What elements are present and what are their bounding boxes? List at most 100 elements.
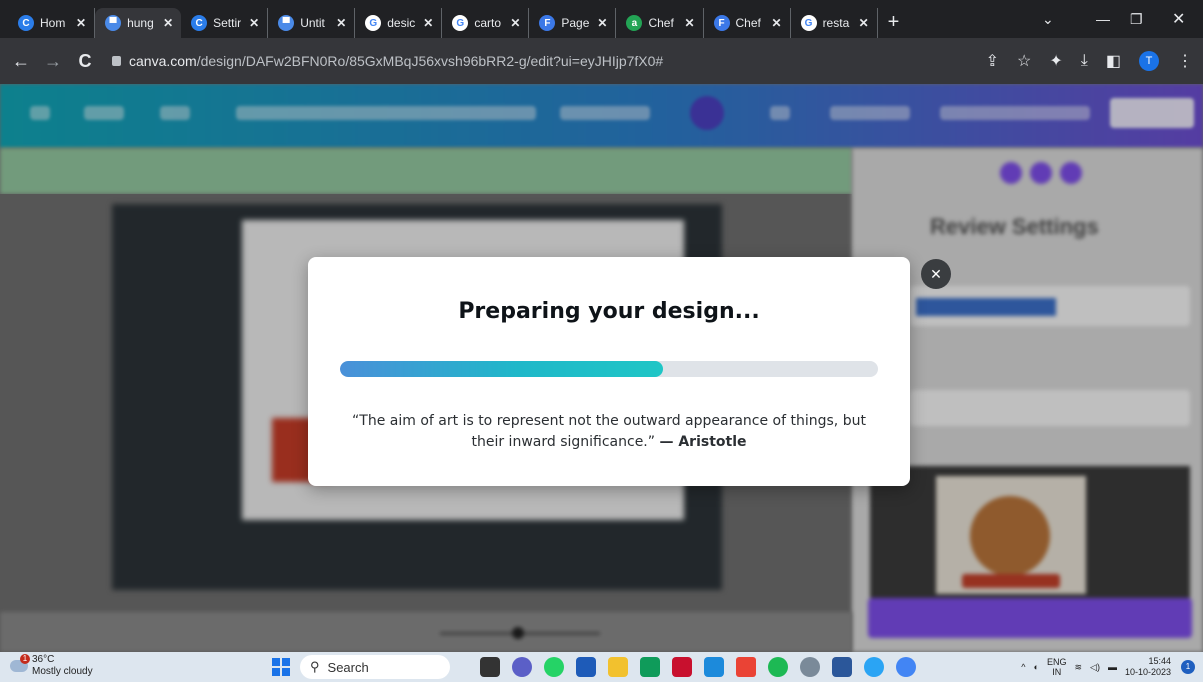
- browser-tab[interactable]: F Page ✕: [529, 8, 617, 38]
- canva-icon: C: [18, 15, 34, 31]
- tab-close-icon[interactable]: ✕: [423, 16, 433, 30]
- download-icon[interactable]: ⤓: [1081, 52, 1088, 70]
- app-l-icon[interactable]: [640, 657, 660, 677]
- lock-icon: [112, 56, 121, 66]
- quote-author: — Aristotle: [659, 434, 747, 450]
- app-icon: a: [626, 15, 643, 31]
- tab-close-icon[interactable]: ✕: [249, 16, 259, 30]
- weather-alert-badge: 1: [20, 654, 30, 664]
- calendar-icon: ▀: [105, 15, 122, 31]
- windows-taskbar: 1 36°C Mostly cloudy ⚲ Search ^ ◐ ENG IN …: [0, 652, 1203, 682]
- calendar-icon: ▀: [278, 15, 295, 31]
- browser-tab[interactable]: C Settir ✕: [181, 8, 269, 38]
- tab-label: Untit: [300, 16, 325, 30]
- back-arrow-icon[interactable]: ←: [8, 51, 34, 72]
- tab-list: C Hom ✕ ▀ hung ✕ C Settir ✕ ▀ Untit ✕ Gdesic ✕ Gcarto ✕…: [8, 0, 878, 38]
- google-icon: G: [365, 15, 382, 31]
- whatsapp-icon[interactable]: [544, 657, 564, 677]
- play-store-icon[interactable]: [736, 657, 756, 677]
- store-icon[interactable]: [576, 657, 596, 677]
- browser-tab[interactable]: Gresta ✕: [791, 8, 878, 38]
- tab-close-icon[interactable]: ✕: [76, 16, 86, 30]
- tab-close-icon[interactable]: ✕: [597, 16, 607, 30]
- taskbar-search[interactable]: ⚲ Search: [300, 655, 450, 679]
- notepad-icon[interactable]: [832, 657, 852, 677]
- google-icon: G: [452, 15, 469, 31]
- bookmark-star-icon[interactable]: ☆: [1017, 51, 1031, 71]
- google-icon: G: [800, 15, 817, 31]
- search-label: Search: [327, 659, 369, 675]
- restore-button[interactable]: ❐: [1130, 0, 1143, 38]
- tab-search-icon[interactable]: ⌄: [1042, 0, 1054, 38]
- file-explorer-icon[interactable]: [608, 657, 628, 677]
- side-panel-icon[interactable]: ◧: [1106, 51, 1121, 71]
- wifi-icon[interactable]: ≋: [1074, 662, 1082, 673]
- browser-toolbar-icons: ⇪ ☆ ✦ ⤓ ◧ T ⋮: [986, 38, 1193, 84]
- notification-badge[interactable]: 1: [1181, 660, 1195, 674]
- battery-icon[interactable]: ▬: [1108, 662, 1117, 672]
- forward-arrow-icon[interactable]: →: [40, 51, 66, 72]
- reload-icon[interactable]: C: [72, 51, 98, 72]
- browser-tab[interactable]: ▀ hung ✕: [95, 8, 182, 38]
- system-tray: ^ ◐ ENG IN ≋ ◁) ▬ 15:44 10-10-2023: [1021, 652, 1171, 682]
- tab-close-icon[interactable]: ✕: [684, 16, 694, 30]
- weather-temp: 36°C: [32, 654, 55, 665]
- task-view-icon[interactable]: [480, 657, 500, 677]
- preparing-design-dialog: Preparing your design... “The aim of art…: [308, 257, 910, 486]
- extensions-icon[interactable]: ✦: [1049, 51, 1062, 71]
- chevron-up-icon[interactable]: ^: [1021, 662, 1025, 672]
- weather-widget[interactable]: 1 36°C Mostly cloudy: [10, 654, 130, 682]
- language-indicator[interactable]: ENG IN: [1047, 657, 1067, 677]
- minimize-button[interactable]: —: [1096, 0, 1110, 38]
- browser-tab[interactable]: C Hom ✕: [8, 8, 96, 38]
- browser-tab[interactable]: Gcarto ✕: [442, 8, 530, 38]
- dialog-title: Preparing your design...: [458, 299, 760, 324]
- forms-icon: F: [713, 15, 730, 31]
- spotify-icon[interactable]: [768, 657, 788, 677]
- profile-avatar[interactable]: T: [1139, 51, 1159, 71]
- tab-label: desic: [387, 16, 416, 30]
- chrome-icon[interactable]: [896, 657, 916, 677]
- dialog-close-button[interactable]: ✕: [921, 259, 951, 289]
- browser-tab[interactable]: ▀ Untit ✕: [268, 8, 356, 38]
- tab-close-icon[interactable]: ✕: [163, 16, 173, 30]
- region-code: IN: [1052, 667, 1062, 677]
- url-field[interactable]: canva.com/design/DAFw2BFN0Ro/85GxMBqJ56x…: [112, 44, 972, 78]
- browser-tab-strip: C Hom ✕ ▀ hung ✕ C Settir ✕ ▀ Untit ✕ Gdesic ✕ Gcarto ✕…: [0, 0, 1203, 38]
- clock-time: 15:44: [1148, 656, 1171, 666]
- edge-icon[interactable]: [864, 657, 884, 677]
- share-icon[interactable]: ⇪: [986, 51, 999, 71]
- quote-text: “The aim of art is to represent not the …: [338, 411, 880, 453]
- menu-kebab-icon[interactable]: ⋮: [1177, 51, 1193, 71]
- progress-fill: [340, 361, 663, 377]
- mcafee-icon[interactable]: [672, 657, 692, 677]
- browser-tab[interactable]: Gdesic ✕: [355, 8, 443, 38]
- tab-close-icon[interactable]: ✕: [859, 16, 869, 30]
- browser-tab[interactable]: F Chef ✕: [704, 8, 791, 38]
- weather-desc: Mostly cloudy: [32, 666, 93, 677]
- clock-date: 10-10-2023: [1124, 667, 1171, 677]
- canva-icon: C: [191, 15, 208, 31]
- clock[interactable]: 15:44 10-10-2023: [1125, 656, 1171, 678]
- tab-close-icon[interactable]: ✕: [510, 16, 520, 30]
- url-host: canva.com: [129, 53, 197, 69]
- tab-label: Chef: [735, 16, 761, 30]
- tab-close-icon[interactable]: ✕: [336, 16, 346, 30]
- app-blue-icon[interactable]: [704, 657, 724, 677]
- search-icon: ⚲: [310, 659, 320, 674]
- tab-label: Settir: [213, 16, 242, 30]
- settings-gear-icon[interactable]: [800, 657, 820, 677]
- chat-icon[interactable]: [512, 657, 532, 677]
- url-path: /design/DAFw2BFN0Ro/85GxMBqJ56xvsh96bRR2…: [196, 53, 664, 69]
- tab-close-icon[interactable]: ✕: [772, 16, 782, 30]
- browser-tab[interactable]: a Chef ✕: [616, 8, 704, 38]
- new-tab-button[interactable]: +: [888, 11, 900, 34]
- language-code: ENG: [1046, 657, 1067, 667]
- windows-start-icon[interactable]: [272, 658, 290, 676]
- tab-label: hung: [127, 16, 154, 30]
- tab-label: resta: [822, 16, 850, 30]
- close-window-button[interactable]: ✕: [1172, 0, 1185, 38]
- volume-icon[interactable]: ◁): [1090, 662, 1100, 673]
- tray-app-icon[interactable]: ◐: [1034, 662, 1039, 672]
- tab-label: carto: [474, 16, 501, 30]
